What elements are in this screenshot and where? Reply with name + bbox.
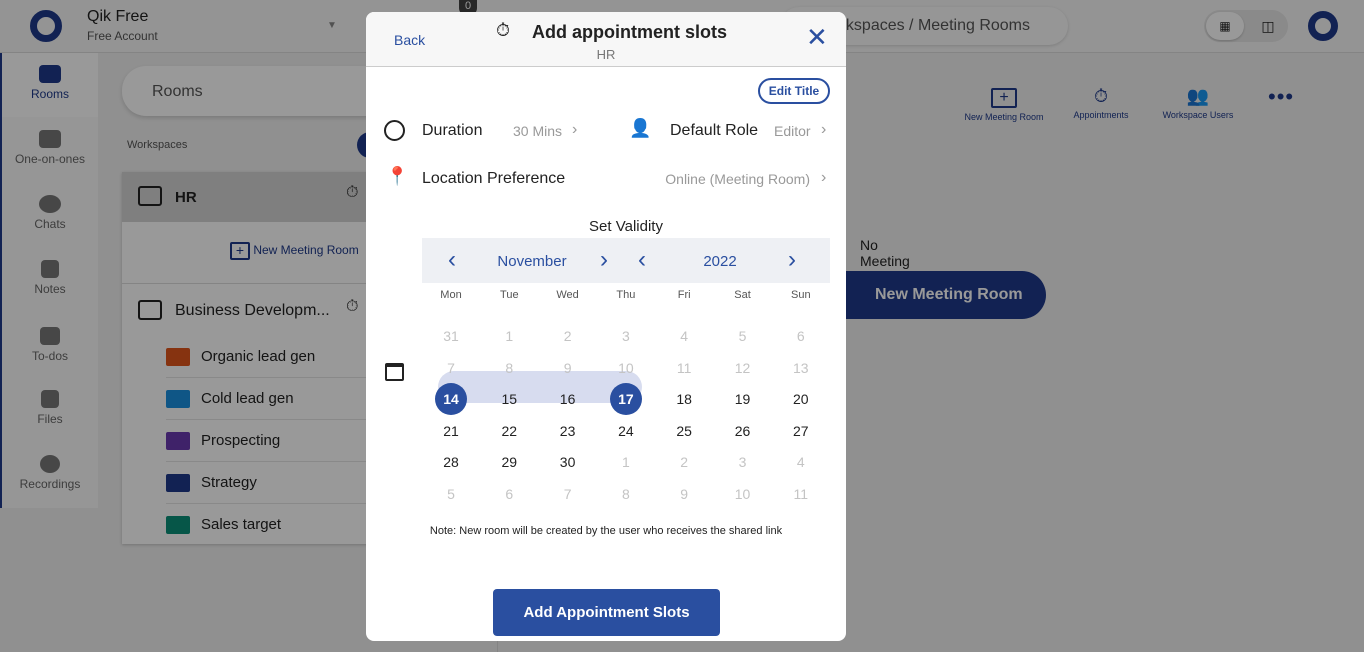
calendar-day[interactable]: 7 xyxy=(422,353,480,383)
set-validity-label: Set Validity xyxy=(589,218,663,235)
weekday-label: Tue xyxy=(500,289,519,301)
calendar-day[interactable]: 7 xyxy=(539,479,597,509)
calendar-day[interactable]: 23 xyxy=(539,416,597,446)
calendar-day[interactable]: 22 xyxy=(480,416,538,446)
calendar-day[interactable]: 6 xyxy=(480,479,538,509)
back-button[interactable]: Back xyxy=(394,32,425,48)
calendar-day[interactable]: 27 xyxy=(772,416,830,446)
calendar-day[interactable]: 4 xyxy=(772,447,830,477)
default-role-row[interactable]: 👤 Default Role Editor › xyxy=(626,118,836,144)
calendar-day[interactable]: 10 xyxy=(597,353,655,383)
duration-row[interactable]: Duration 30 Mins › xyxy=(366,118,606,144)
shared-link-note: Note: New room will be created by the us… xyxy=(429,525,783,537)
edit-title-button[interactable]: Edit Title xyxy=(758,78,830,104)
calendar-day[interactable]: 8 xyxy=(480,353,538,383)
close-icon[interactable]: ✕ xyxy=(806,24,828,50)
dialog-header: Back ⏱ Add appointment slots HR ✕ xyxy=(366,12,846,67)
weekday-label: Wed xyxy=(556,289,579,301)
add-appointment-slots-button[interactable]: Add Appointment Slots xyxy=(493,589,720,636)
calendar-day[interactable]: 19 xyxy=(714,384,772,414)
calendar-day[interactable]: 9 xyxy=(539,353,597,383)
next-month-button[interactable]: › xyxy=(600,246,608,274)
calendar-day[interactable]: 21 xyxy=(422,416,480,446)
calendar-day[interactable]: 24 xyxy=(597,416,655,446)
chevron-right-icon: › xyxy=(821,121,827,138)
calendar-day[interactable]: 3 xyxy=(714,447,772,477)
add-appointment-slots-dialog: Back ⏱ Add appointment slots HR ✕ Edit T… xyxy=(366,12,846,641)
calendar-day[interactable]: 4 xyxy=(655,321,713,351)
calendar-day[interactable]: 31 xyxy=(422,321,480,351)
calendar-day[interactable]: 9 xyxy=(655,479,713,509)
year-label: 2022 xyxy=(703,253,737,270)
calendar-day[interactable]: 8 xyxy=(597,479,655,509)
chevron-right-icon: › xyxy=(821,169,827,186)
calendar-day[interactable]: 3 xyxy=(597,321,655,351)
calendar-day[interactable]: 11 xyxy=(772,479,830,509)
chevron-right-icon: › xyxy=(572,121,578,138)
weekday-label: Sun xyxy=(791,289,811,301)
location-pin-icon: 📍 xyxy=(386,166,409,186)
calendar-day[interactable]: 5 xyxy=(714,321,772,351)
dialog-subtitle: HR xyxy=(596,47,616,62)
calendar-day[interactable]: 2 xyxy=(539,321,597,351)
add-user-icon: 👤 xyxy=(629,118,652,138)
calendar-nav: ‹ November › ‹ 2022 › xyxy=(422,238,830,283)
weekday-label: Mon xyxy=(440,289,462,301)
calendar-day[interactable]: 30 xyxy=(539,447,597,477)
dialog-title: Add appointment slots xyxy=(532,22,727,42)
calendar-day[interactable]: 16 xyxy=(539,384,597,414)
location-row[interactable]: 📍 Location Preference Online (Meeting Ro… xyxy=(366,166,836,192)
appointments-icon: ⏱ xyxy=(496,20,511,40)
calendar-day[interactable]: 29 xyxy=(480,447,538,477)
calendar-day[interactable]: 17 xyxy=(597,383,655,416)
calendar-day[interactable]: 26 xyxy=(714,416,772,446)
calendar-day[interactable]: 12 xyxy=(714,353,772,383)
calendar-day[interactable]: 1 xyxy=(597,447,655,477)
calendar-day[interactable]: 2 xyxy=(655,447,713,477)
calendar-day[interactable]: 20 xyxy=(772,384,830,414)
calendar-day[interactable]: 28 xyxy=(422,447,480,477)
calendar-day[interactable]: 15 xyxy=(480,384,538,414)
weekday-label: Sat xyxy=(734,289,751,301)
weekday-label: Fri xyxy=(677,289,691,301)
calendar-day[interactable]: 5 xyxy=(422,479,480,509)
calendar-grid: Mon Tue Wed Thu Fri Sat Sun 31 1 2 3 4 5 6 7 8 9 10 11 12 13… xyxy=(422,288,830,508)
calendar-day[interactable]: 10 xyxy=(714,479,772,509)
calendar-day[interactable]: 13 xyxy=(772,353,830,383)
calendar-day[interactable]: 25 xyxy=(655,416,713,446)
calendar-day[interactable]: 1 xyxy=(480,321,538,351)
calendar-icon xyxy=(385,363,404,381)
calendar-day[interactable]: 11 xyxy=(655,353,713,383)
calendar-day[interactable]: 6 xyxy=(772,321,830,351)
clock-icon xyxy=(384,120,405,141)
weekday-label: Thu xyxy=(616,289,636,301)
calendar-day[interactable]: 18 xyxy=(655,384,713,414)
month-label: November xyxy=(497,253,567,270)
calendar-day[interactable]: 14 xyxy=(422,383,480,416)
next-year-button[interactable]: › xyxy=(788,246,796,274)
